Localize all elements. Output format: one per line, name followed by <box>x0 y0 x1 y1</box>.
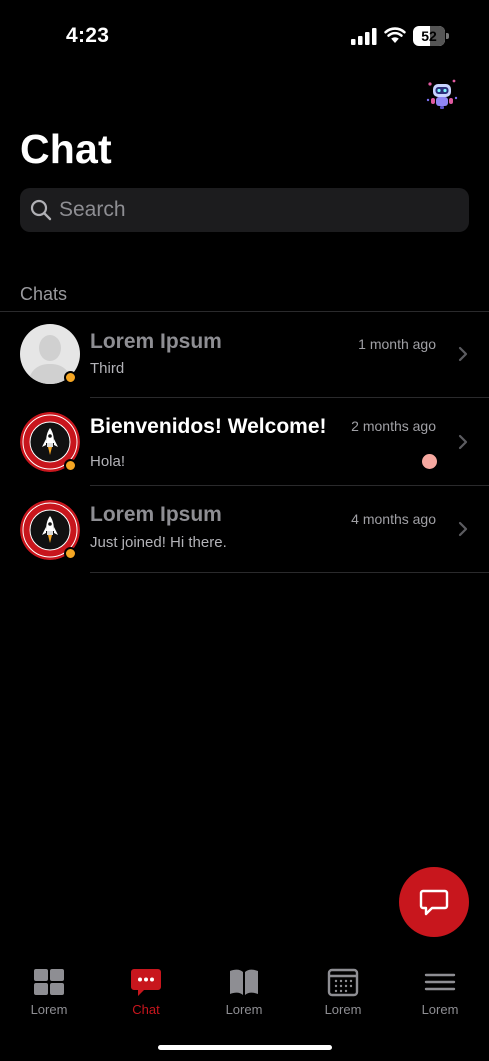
avatar <box>20 324 80 384</box>
tab-label: Chat <box>132 1002 160 1017</box>
chat-time: 1 month ago <box>358 336 436 352</box>
chevron-right-icon <box>458 434 468 450</box>
chat-preview: Just joined! Hi there. <box>90 534 227 551</box>
status-bar: 4:23 52 <box>0 0 489 70</box>
tab-library[interactable]: Lorem <box>199 960 289 1030</box>
calendar-icon <box>327 968 359 997</box>
menu-icon <box>424 973 456 991</box>
tab-label: Lorem <box>30 1002 68 1017</box>
chat-row[interactable]: Lorem Ipsum Third 1 month ago <box>0 312 489 398</box>
battery-indicator: 52 <box>413 26 449 46</box>
tab-chat[interactable]: Chat <box>101 960 191 1030</box>
battery-tip <box>446 33 449 39</box>
grid-icon <box>34 969 64 995</box>
search-icon <box>30 199 52 221</box>
new-chat-icon <box>419 889 449 916</box>
chat-name: Bienvenidos! Welcome! <box>90 415 327 438</box>
wifi-icon <box>384 27 406 43</box>
tab-label: Lorem <box>225 1002 263 1017</box>
presence-dot <box>64 371 77 384</box>
tab-menu[interactable]: Lorem <box>395 960 485 1030</box>
battery-level: 52 <box>421 28 437 44</box>
chat-preview: Third <box>90 360 125 377</box>
tab-home[interactable]: Lorem <box>4 960 94 1030</box>
unread-indicator <box>422 454 437 469</box>
search-input[interactable] <box>59 188 459 232</box>
tab-label: Lorem <box>421 1002 459 1017</box>
presence-dot <box>64 547 77 560</box>
avatar <box>20 500 80 560</box>
status-time: 4:23 <box>66 24 110 47</box>
chat-row[interactable]: Bienvenidos! Welcome! Hola! 2 months ago <box>0 398 489 486</box>
avatar <box>20 412 80 472</box>
section-title: Chats <box>20 284 68 304</box>
chat-time: 2 months ago <box>351 418 436 434</box>
chevron-right-icon <box>458 346 468 362</box>
book-icon <box>230 969 258 995</box>
cellular-signal-icon <box>351 28 377 45</box>
row-divider <box>90 572 489 573</box>
battery-body: 52 <box>413 26 445 46</box>
new-chat-button[interactable] <box>399 867 469 937</box>
chat-row[interactable]: Lorem Ipsum Just joined! Hi there. 4 mon… <box>0 486 489 574</box>
presence-dot <box>64 459 77 472</box>
page-title: Chat <box>20 126 112 172</box>
tab-label: Lorem <box>324 1002 362 1017</box>
chevron-right-icon <box>458 521 468 537</box>
chat-preview: Hola! <box>90 453 126 470</box>
assistant-bot-icon[interactable] <box>424 76 460 112</box>
search-bar[interactable] <box>20 188 469 232</box>
home-indicator <box>158 1045 332 1050</box>
tab-calendar[interactable]: Lorem <box>298 960 388 1030</box>
chat-bubble-icon <box>131 969 161 996</box>
chat-name: Lorem Ipsum <box>90 330 222 353</box>
chat-name: Lorem Ipsum <box>90 503 222 526</box>
chat-time: 4 months ago <box>351 511 436 527</box>
